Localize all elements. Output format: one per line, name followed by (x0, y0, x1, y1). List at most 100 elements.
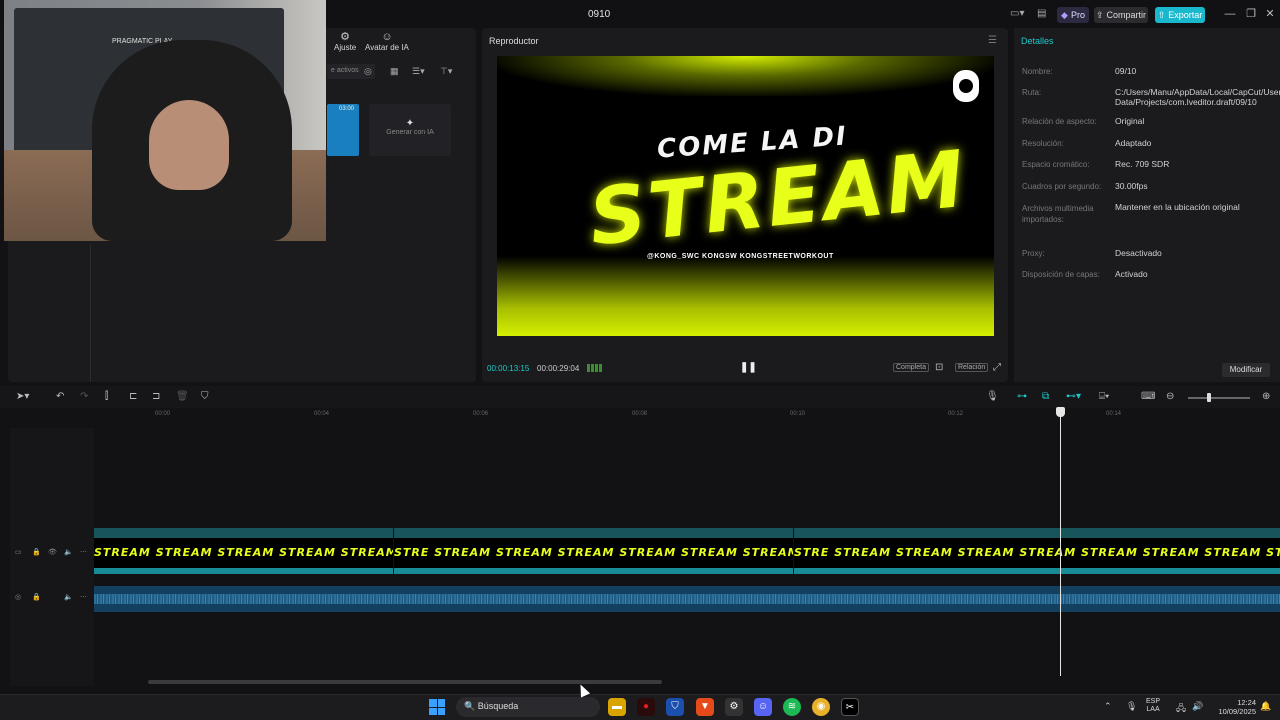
ruler-tick: 00:12 (948, 411, 964, 417)
close-icon[interactable]: ✕ (1263, 7, 1277, 21)
trim-left-icon[interactable]: ⊏ (129, 391, 137, 402)
filter-icon[interactable]: ◎ (364, 66, 372, 77)
clip-label: OVERLAYINICIOKONG.mp4 00:00:05:01 (796, 528, 916, 535)
clip-duration: 03:00 (339, 106, 355, 112)
capcut-icon[interactable]: ✂ (841, 698, 859, 716)
tray-mic-icon[interactable]: 🎙 (1126, 701, 1137, 712)
clock-date: 10/09/2025 (1218, 707, 1256, 716)
more-icon[interactable]: ⋯ (80, 548, 87, 556)
video-clip[interactable]: 00:00:05:01 STREAM STREAM STREAM STREAM … (94, 528, 393, 574)
windows-start-icon[interactable] (429, 699, 445, 715)
playhead[interactable] (1060, 408, 1061, 676)
timeline-ruler[interactable] (94, 408, 1280, 420)
total-time: 00:00:29:04 (537, 364, 580, 373)
restore-icon[interactable]: ❐ (1244, 7, 1258, 21)
video-clip[interactable]: OVERLAYINICIOKONG.mp4 00:00:05:01 STRE S… (794, 528, 1280, 574)
redo-icon[interactable]: ↷ (80, 391, 88, 402)
language-indicator[interactable]: ESP LAA (1146, 698, 1160, 714)
defender-icon[interactable]: ⛉ (666, 698, 684, 716)
mute-icon[interactable]: 🔈 (64, 548, 73, 556)
ruler-tick: 00:04 (314, 411, 330, 417)
filter-funnel-icon[interactable]: ⊤▾ (440, 66, 452, 77)
clock-time: 12:24 (1237, 698, 1256, 707)
preview-axis-icon[interactable]: ⌸▾ (1099, 391, 1109, 402)
lock-icon[interactable]: 🔒 (32, 548, 41, 556)
track-headers (10, 428, 94, 686)
trim-right-icon[interactable]: ⊐ (152, 391, 160, 402)
delete-icon[interactable]: 🗑 (176, 391, 189, 402)
minimize-icon[interactable]: — (1223, 7, 1237, 21)
zoom-slider-thumb[interactable] (1207, 393, 1211, 402)
window-title: 0910 (588, 9, 611, 20)
select-tool-icon[interactable]: ➤▾ (16, 391, 29, 402)
layout-icon[interactable]: ▭▾ (1010, 8, 1024, 19)
clock[interactable]: 12:24 10/09/2025 (1212, 698, 1256, 716)
brave-icon[interactable]: ▼ (696, 698, 714, 716)
detail-label: Cuadros por segundo: (1022, 182, 1102, 191)
tab-adjust[interactable]: ⚙ Ajuste (334, 31, 356, 52)
language-line1: ESP (1146, 698, 1161, 705)
video-preview[interactable]: COME LA DI STREAM @KONG_SWC KONGSW KONGS… (497, 56, 994, 336)
generate-ai-button[interactable]: ✦ Generar con IA (369, 104, 451, 156)
playhead-handle[interactable] (1056, 407, 1065, 417)
taskbar-search-label: Búsqueda (477, 701, 519, 711)
fit-icon[interactable]: ⊡ (935, 362, 943, 373)
lock-icon[interactable]: 🔒 (32, 593, 41, 601)
grid-view-icon[interactable]: ▦ (390, 66, 399, 77)
zoom-out-icon[interactable]: ⊖ (1166, 391, 1174, 402)
detail-value: 09/10 (1115, 66, 1137, 76)
share-button[interactable]: ⇪ Compartir (1094, 7, 1148, 23)
link-icon[interactable]: ⧉ (1042, 391, 1049, 402)
discord-icon[interactable]: ☺ (754, 698, 772, 716)
snap-icon[interactable]: ⊷▾ (1066, 391, 1081, 402)
detail-label: Nombre: (1022, 67, 1053, 76)
audio-track-icon[interactable]: ◎ (15, 593, 21, 601)
tab-ai-avatar[interactable]: ☺ Avatar de IA (365, 31, 409, 52)
audio-track[interactable] (94, 586, 1280, 612)
magnet-icon[interactable]: ⊶ (1017, 391, 1027, 402)
details-title: Detalles (1021, 36, 1054, 46)
tray-expand-icon[interactable]: ⌃ (1104, 701, 1112, 712)
track-cover-icon[interactable]: ▭ (15, 548, 22, 556)
export-button[interactable]: ⇧ Exportar (1155, 7, 1205, 23)
complete-button[interactable]: Completa (893, 363, 929, 372)
media-clip-thumbnail[interactable]: 03:00 (327, 104, 359, 156)
microphone-icon[interactable]: 🎙 (986, 391, 999, 402)
detail-value: C:/Users/Manu/AppData/Local/CapCut/User … (1115, 87, 1280, 107)
detail-label: Ruta: (1022, 88, 1042, 97)
split-icon[interactable]: ⫿ (105, 391, 108, 402)
eye-icon[interactable]: 👁 (48, 548, 57, 556)
network-icon[interactable]: 🖧 (1176, 701, 1186, 717)
clip-filmstrip: STRE STREAM STREAM STREAM STREAM STREAM … (794, 546, 1280, 559)
fullscreen-icon[interactable]: ⤢ (993, 362, 1001, 373)
notification-icon[interactable]: 🔔 (1260, 701, 1271, 712)
volume-icon[interactable]: 🔊 (1192, 701, 1203, 712)
zoom-in-icon[interactable]: ⊕ (1262, 391, 1270, 402)
video-clip[interactable]: OVERLAYINICIOKONG.mp4 00:00:05:01 STRE S… (394, 528, 793, 574)
caption-icon[interactable]: ⌨ (1141, 391, 1155, 402)
mute-icon[interactable]: 🔈 (64, 593, 73, 601)
more-icon[interactable]: ⋯ (80, 593, 87, 601)
timecode-grid-icon[interactable] (587, 364, 603, 372)
opera-icon[interactable]: ● (637, 698, 655, 716)
pause-button[interactable]: ❚❚ (740, 362, 757, 373)
tab-adjust-label: Ajuste (334, 43, 357, 52)
modify-button[interactable]: Modificar (1222, 363, 1270, 377)
detail-label: Espacio cromático: (1022, 160, 1090, 169)
sort-icon[interactable]: ☰▾ (412, 66, 425, 77)
spotify-icon[interactable]: ≋ (783, 698, 801, 716)
undo-icon[interactable]: ↶ (56, 391, 64, 402)
menu-icon[interactable]: ☰ (988, 35, 997, 46)
taskbar-search[interactable]: 🔍 Búsqueda (456, 697, 600, 717)
ruler-tick: 00:10 (790, 411, 806, 417)
tab-ai-avatar-label: Avatar de IA (365, 43, 409, 52)
zoom-slider[interactable] (1188, 397, 1250, 399)
chrome-icon[interactable]: ◉ (812, 698, 830, 716)
pro-button[interactable]: ◆ Pro (1057, 7, 1089, 23)
marker-icon[interactable]: ⛉ (201, 391, 209, 402)
file-explorer-icon[interactable]: ▬ (608, 698, 626, 716)
steam-icon[interactable]: ⚙ (725, 698, 743, 716)
diamond-icon: ◆ (1061, 9, 1068, 20)
ratio-button[interactable]: Relación (955, 363, 989, 372)
shortcut-icon[interactable]: ▤ (1037, 8, 1046, 19)
